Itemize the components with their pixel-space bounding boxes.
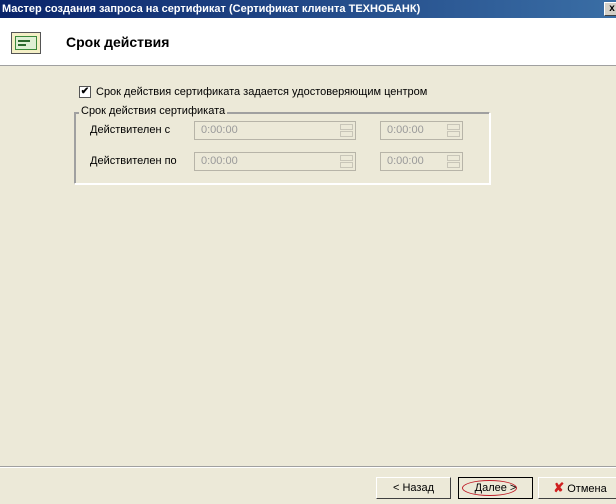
valid-from-time-field: 0:00:00 (380, 121, 463, 140)
valid-to-date-value: 0:00:00 (201, 155, 238, 167)
close-icon: x (609, 3, 615, 14)
valid-to-time-spinner (447, 155, 460, 168)
wizard-header: Срок действия (0, 18, 616, 66)
valid-from-date-spinner (340, 124, 353, 137)
valid-to-time-value: 0:00:00 (387, 155, 424, 167)
wizard-content: ✔ Срок действия сертификата задается удо… (0, 66, 616, 466)
valid-to-date-spinner (340, 155, 353, 168)
close-button[interactable]: x (604, 2, 616, 16)
ca-sets-validity-checkbox[interactable]: ✔ (79, 86, 91, 98)
checkmark-icon: ✔ (80, 86, 90, 97)
valid-from-label: Действителен с (90, 124, 171, 136)
cancel-x-icon: ✘ (553, 480, 565, 495)
back-button[interactable]: < Назад (376, 477, 451, 499)
footer-separator (0, 466, 616, 468)
title-bar[interactable]: Мастер создания запроса на сертификат (С… (0, 0, 616, 18)
valid-to-label: Действителен по (90, 155, 177, 167)
valid-from-date-field: 0:00:00 (194, 121, 356, 140)
ca-sets-validity-label[interactable]: Срок действия сертификата задается удост… (96, 85, 427, 99)
wizard-window: Мастер создания запроса на сертификат (С… (0, 0, 616, 504)
valid-from-time-spinner (447, 124, 460, 137)
valid-to-date-field: 0:00:00 (194, 152, 356, 171)
valid-from-date-value: 0:00:00 (201, 124, 238, 136)
valid-to-time-field: 0:00:00 (380, 152, 463, 171)
back-button-label: < Назад (393, 482, 434, 494)
page-title: Срок действия (66, 34, 170, 50)
window-title: Мастер создания запроса на сертификат (С… (2, 3, 421, 15)
valid-from-time-value: 0:00:00 (387, 124, 424, 136)
next-button[interactable]: Далее > (458, 477, 533, 499)
cancel-button-label: Отмена (567, 483, 607, 495)
next-button-label: Далее > (474, 482, 517, 494)
certificate-icon (11, 32, 41, 54)
cancel-button[interactable]: ✘ Отмена (538, 477, 616, 499)
validity-period-group-title: Срок действия сертификата (79, 105, 228, 118)
